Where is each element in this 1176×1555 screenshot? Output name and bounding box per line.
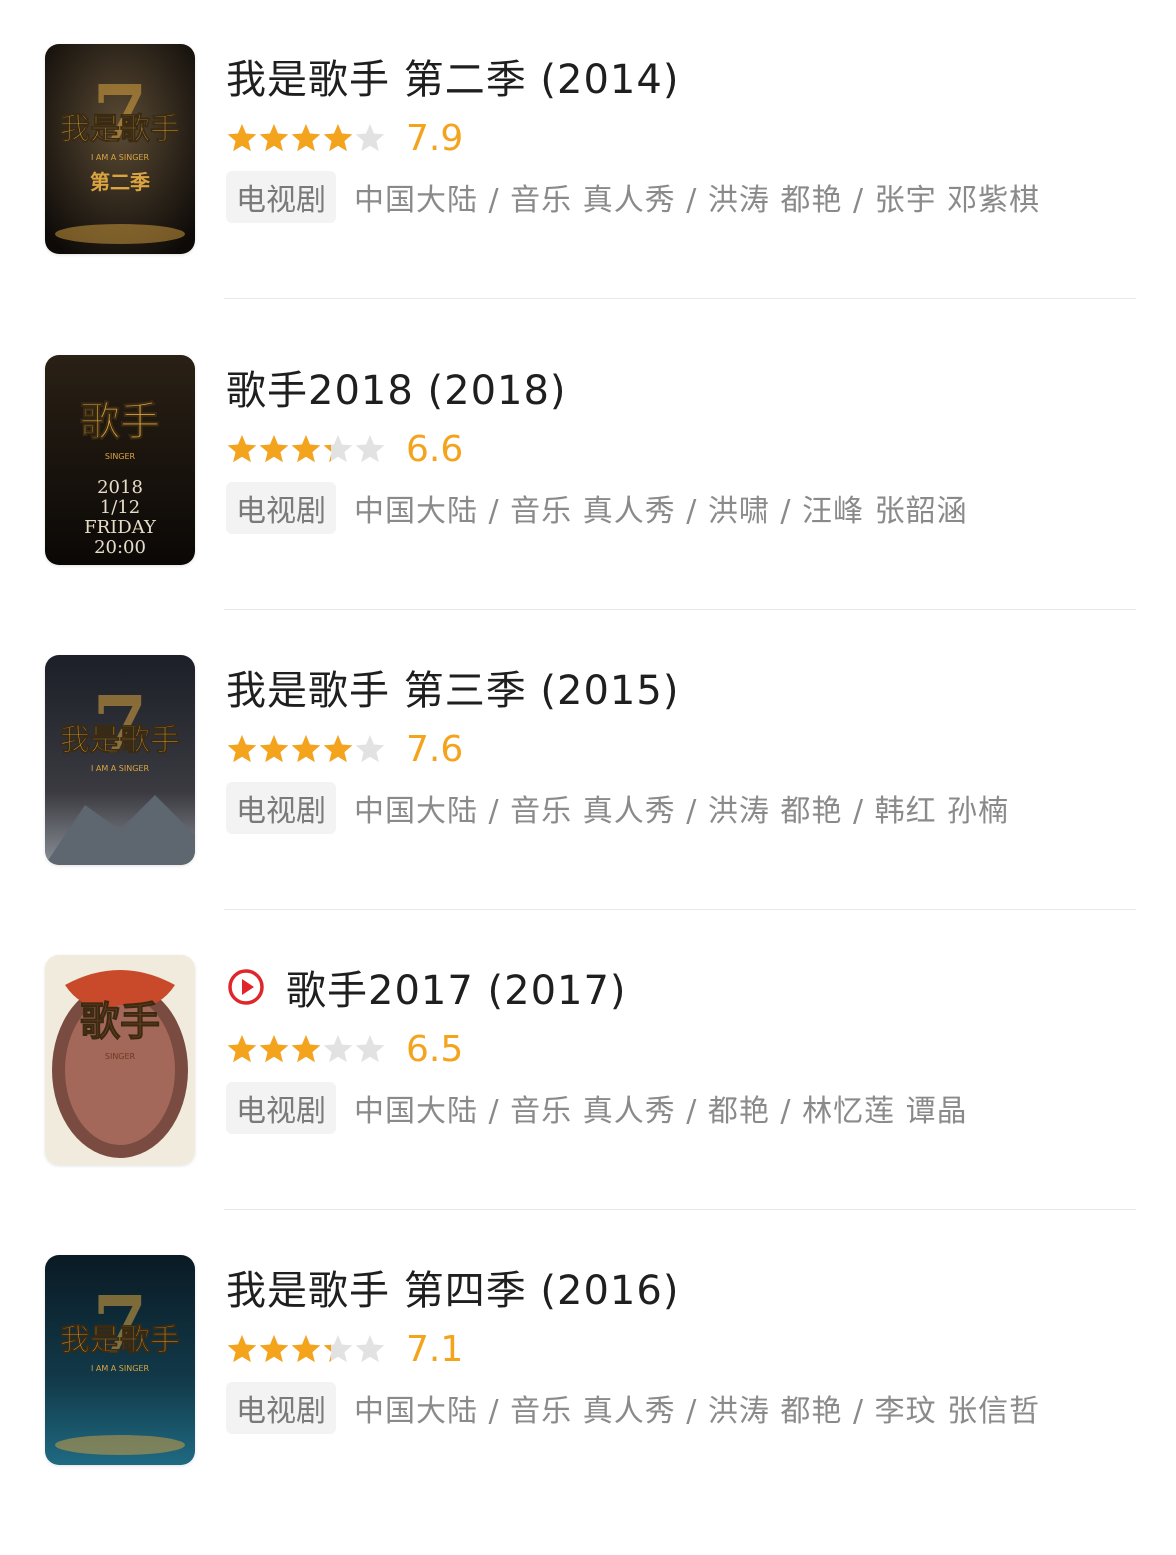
- svg-text:我是歌手: 我是歌手: [60, 112, 180, 147]
- list-item[interactable]: 7 我是歌手 I AM A SINGER 第二季 我是歌手 第二季 (2014) 7.9 电…: [0, 44, 1176, 344]
- star-icon: [291, 735, 321, 763]
- item-info: 中国大陆 / 音乐 真人秀 / 洪涛 都艳 / 李玟 张信哲: [354, 1394, 1041, 1429]
- item-info: 中国大陆 / 音乐 真人秀 / 洪涛 都艳 / 韩红 孙楠: [354, 794, 1010, 829]
- svg-text:I AM A SINGER: I AM A SINGER: [91, 1364, 150, 1373]
- star-icon: [291, 1035, 321, 1063]
- star-icon: [323, 1344, 331, 1363]
- poster-image[interactable]: 歌手 SINGER: [45, 955, 195, 1165]
- star-icon: [355, 735, 385, 763]
- svg-text:20:00: 20:00: [94, 537, 146, 558]
- item-title[interactable]: 我是歌手 第三季 (2015): [226, 658, 679, 716]
- svg-text:我是歌手: 我是歌手: [60, 1323, 180, 1358]
- svg-text:SINGER: SINGER: [105, 1052, 136, 1061]
- star-icon: [355, 124, 385, 152]
- category-tag: 电视剧: [226, 171, 336, 223]
- category-tag: 电视剧: [226, 1082, 336, 1134]
- category-tag: 电视剧: [226, 782, 336, 834]
- star-icon: [291, 1335, 321, 1363]
- rating-score: 7.1: [406, 1328, 464, 1370]
- star-icon: [355, 1335, 385, 1363]
- divider: [224, 609, 1136, 610]
- svg-text:I AM A SINGER: I AM A SINGER: [91, 153, 150, 162]
- star-icon: [227, 124, 257, 152]
- title-row: 我是歌手 第四季 (2016): [226, 1257, 679, 1317]
- meta-row: 电视剧 中国大陆 / 音乐 真人秀 / 都艳 / 林忆莲 谭晶: [226, 1082, 968, 1134]
- svg-text:歌手: 歌手: [80, 999, 160, 1045]
- svg-text:SINGER: SINGER: [105, 452, 136, 461]
- item-info: 中国大陆 / 音乐 真人秀 / 都艳 / 林忆莲 谭晶: [354, 1094, 968, 1129]
- title-row: 歌手2017 (2017): [226, 957, 627, 1017]
- star-icon: [323, 735, 353, 763]
- star-icon: [323, 444, 331, 463]
- svg-text:I AM A SINGER: I AM A SINGER: [91, 764, 150, 773]
- item-title[interactable]: 我是歌手 第四季 (2016): [226, 1258, 679, 1316]
- meta-row: 电视剧 中国大陆 / 音乐 真人秀 / 洪涛 都艳 / 李玟 张信哲: [226, 1382, 1041, 1434]
- meta-row: 电视剧 中国大陆 / 音乐 真人秀 / 洪涛 都艳 / 张宇 邓紫棋: [226, 171, 1041, 223]
- star-icon: [259, 1335, 289, 1363]
- svg-text:歌手: 歌手: [80, 399, 160, 445]
- star-icon: [227, 1335, 257, 1363]
- svg-text:第二季: 第二季: [90, 170, 150, 194]
- rating-score: 6.5: [406, 1028, 464, 1070]
- category-tag: 电视剧: [226, 1382, 336, 1434]
- rating-row: 7.6: [226, 725, 463, 773]
- item-info: 中国大陆 / 音乐 真人秀 / 洪啸 / 汪峰 张韶涵: [354, 494, 968, 529]
- svg-text:我是歌手: 我是歌手: [60, 723, 180, 758]
- poster-image[interactable]: 7 我是歌手 I AM A SINGER 第二季: [45, 44, 195, 254]
- list-item[interactable]: 歌手 SINGER 歌手2017 (2017) 6.5 电视剧 中国大陆 / 音乐 真人秀…: [0, 955, 1176, 1255]
- star-icon: [323, 124, 353, 152]
- poster-image[interactable]: 7 我是歌手 I AM A SINGER: [45, 655, 195, 865]
- poster-image[interactable]: 7 我是歌手 I AM A SINGER: [45, 1255, 195, 1465]
- rating-score: 7.9: [406, 117, 464, 159]
- divider: [224, 909, 1136, 910]
- meta-row: 电视剧 中国大陆 / 音乐 真人秀 / 洪啸 / 汪峰 张韶涵: [226, 482, 968, 534]
- play-circle-icon[interactable]: [226, 967, 266, 1007]
- title-row: 我是歌手 第三季 (2015): [226, 657, 679, 717]
- star-icon: [291, 435, 321, 463]
- star-icon: [259, 124, 289, 152]
- star-icon: [259, 1035, 289, 1063]
- divider: [224, 1209, 1136, 1210]
- poster-image[interactable]: 歌手 SINGER 2018 1/12 FRIDAY 20:00: [45, 355, 195, 565]
- star-icon: [355, 1035, 385, 1063]
- star-icon: [259, 435, 289, 463]
- star-rating: [226, 734, 386, 764]
- star-rating: [226, 1034, 386, 1064]
- title-row: 我是歌手 第二季 (2014): [226, 46, 679, 106]
- star-icon: [323, 1035, 353, 1063]
- star-rating: [226, 434, 386, 464]
- divider: [224, 298, 1136, 299]
- item-title[interactable]: 歌手2017 (2017): [286, 958, 627, 1016]
- star-icon: [259, 735, 289, 763]
- rating-row: 6.5: [226, 1025, 463, 1073]
- star-icon: [227, 435, 257, 463]
- star-icon: [355, 435, 385, 463]
- svg-text:2018: 2018: [97, 477, 143, 498]
- item-info: 中国大陆 / 音乐 真人秀 / 洪涛 都艳 / 张宇 邓紫棋: [354, 183, 1041, 218]
- rating-score: 6.6: [406, 428, 464, 470]
- rating-row: 7.1: [226, 1325, 463, 1373]
- star-rating: [226, 1334, 386, 1364]
- list-item[interactable]: 7 我是歌手 I AM A SINGER 我是歌手 第四季 (2016) 7.1 电视剧中…: [0, 1255, 1176, 1555]
- star-icon: [291, 124, 321, 152]
- title-row: 歌手2018 (2018): [226, 357, 567, 417]
- svg-text:1/12: 1/12: [100, 497, 140, 518]
- category-tag: 电视剧: [226, 482, 336, 534]
- list-item[interactable]: 7 我是歌手 I AM A SINGER 我是歌手 第三季 (2015) 7.6 电视剧中…: [0, 655, 1176, 955]
- meta-row: 电视剧 中国大陆 / 音乐 真人秀 / 洪涛 都艳 / 韩红 孙楠: [226, 782, 1010, 834]
- star-rating: [226, 123, 386, 153]
- item-title[interactable]: 歌手2018 (2018): [226, 358, 567, 416]
- star-icon: [227, 1035, 257, 1063]
- rating-row: 7.9: [226, 114, 463, 162]
- star-icon: [227, 735, 257, 763]
- list-item[interactable]: 歌手 SINGER 2018 1/12 FRIDAY 20:00 歌手2018 (2018)…: [0, 355, 1176, 655]
- svg-text:FRIDAY: FRIDAY: [84, 517, 157, 538]
- item-title[interactable]: 我是歌手 第二季 (2014): [226, 47, 679, 105]
- rating-score: 7.6: [406, 728, 464, 770]
- rating-row: 6.6: [226, 425, 463, 473]
